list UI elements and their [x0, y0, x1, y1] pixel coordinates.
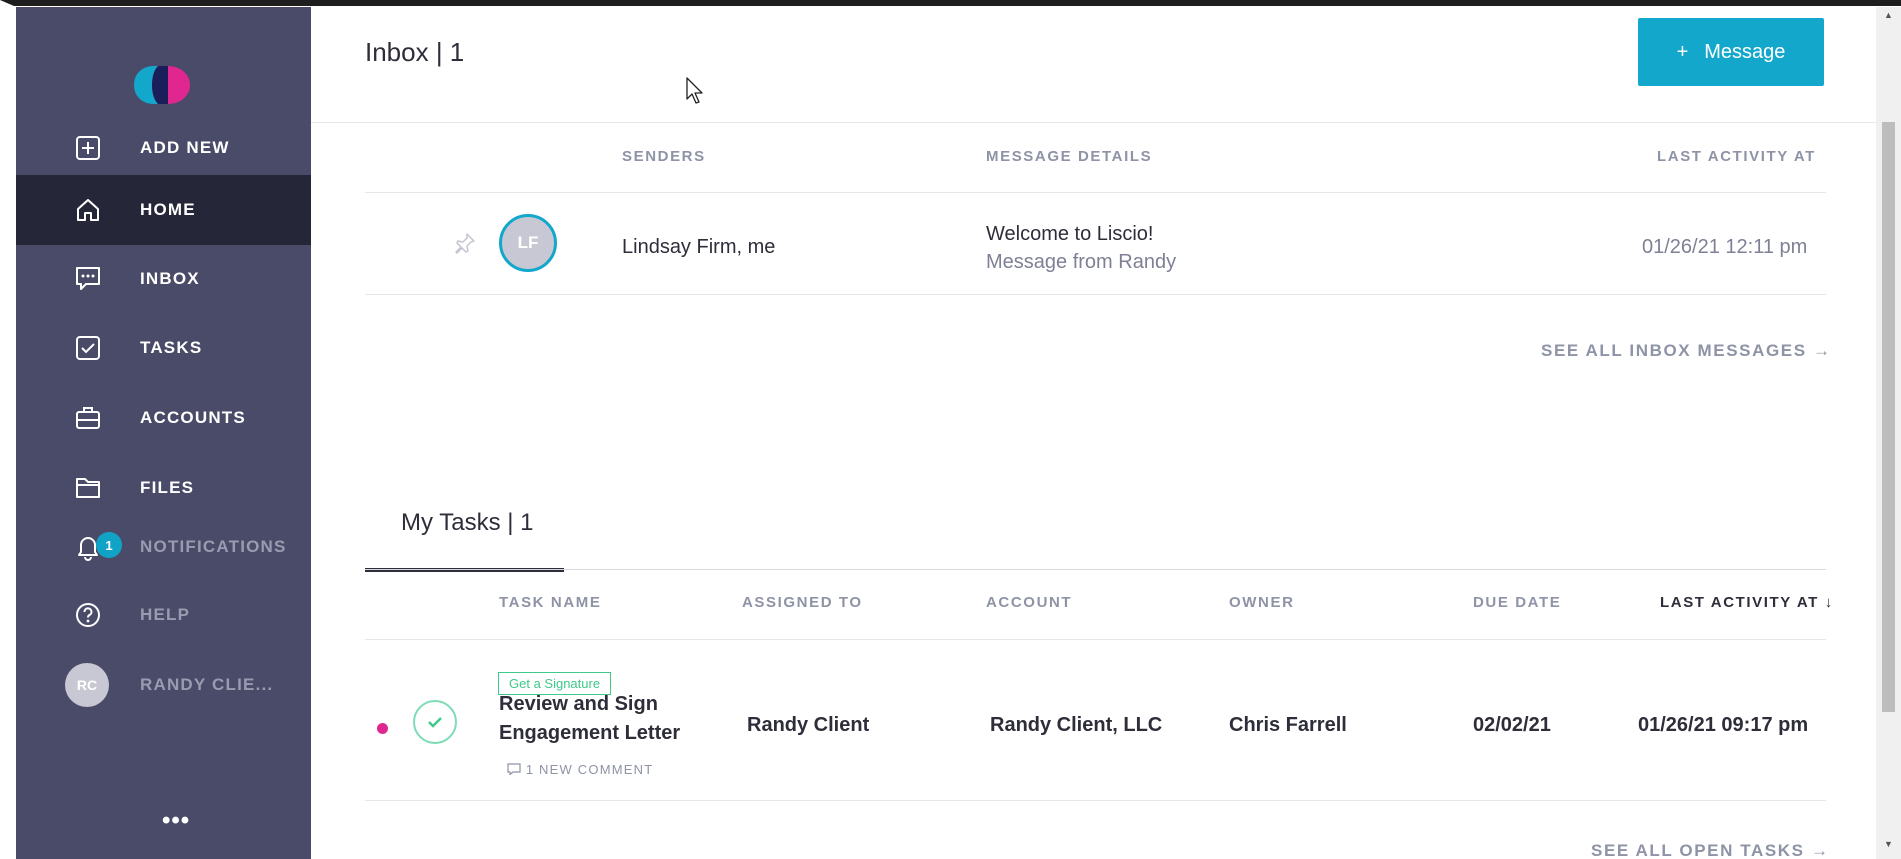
task-type-badge: Get a Signature — [498, 672, 612, 695]
avatar: LF — [499, 214, 557, 272]
column-header-due-date[interactable]: DUE DATE — [1473, 594, 1561, 611]
comment-icon — [507, 763, 521, 776]
task-owner: Chris Farrell — [1229, 714, 1347, 736]
liscio-logo[interactable] — [132, 62, 194, 108]
column-header-message-details[interactable]: MESSAGE DETAILS — [986, 148, 1152, 165]
divider — [365, 800, 1826, 801]
sidebar-item-label: HOME — [140, 200, 196, 219]
sidebar-item-help[interactable]: HELP — [16, 580, 311, 650]
divider — [311, 122, 1876, 123]
sidebar-item-tasks[interactable]: TASKS — [16, 313, 311, 383]
sidebar-item-add-new[interactable]: ADD NEW — [16, 113, 311, 183]
new-message-label: Message — [1704, 40, 1786, 63]
scroll-up-arrow-icon[interactable]: ▲ — [1884, 10, 1893, 20]
task-name[interactable]: Engagement Letter — [499, 722, 680, 745]
message-last-activity: 01/26/21 12:11 pm — [1642, 236, 1808, 258]
more-menu-button[interactable]: ••• — [162, 807, 190, 835]
notification-badge: 1 — [96, 532, 122, 558]
mouse-cursor-icon — [686, 77, 703, 104]
main-content: Inbox | 1 + Message SENDERS MESSAGE DETA… — [311, 7, 1876, 859]
task-name[interactable]: Review and Sign — [499, 693, 658, 716]
see-all-tasks-link[interactable]: SEE ALL OPEN TASKS → — [1591, 841, 1830, 859]
task-due-date: 02/02/21 — [1473, 714, 1551, 736]
scroll-down-arrow-icon[interactable]: ▼ — [1884, 839, 1893, 849]
sidebar-item-label: ACCOUNTS — [140, 408, 246, 427]
column-header-assigned-to[interactable]: ASSIGNED TO — [742, 594, 863, 611]
column-header-senders[interactable]: SENDERS — [622, 148, 706, 165]
plus-icon: + — [1676, 40, 1689, 63]
message-preview: Message from Randy — [986, 251, 1177, 273]
scrollbar[interactable]: ▲ ▼ — [1876, 7, 1901, 859]
sidebar-item-label: INBOX — [140, 269, 200, 288]
checkbox-icon — [72, 332, 104, 364]
task-comments[interactable]: 1 NEW COMMENT — [507, 762, 653, 777]
column-header-task-name[interactable]: TASK NAME — [499, 594, 601, 611]
divider — [365, 639, 1826, 640]
new-message-button[interactable]: + Message — [1638, 18, 1824, 86]
unread-dot — [377, 723, 388, 734]
sidebar-item-label: RANDY CLIE... — [140, 675, 274, 694]
task-account: Randy Client, LLC — [990, 714, 1163, 736]
pin-icon[interactable] — [453, 231, 477, 260]
page-title: Inbox | 1 — [365, 37, 465, 67]
tab-my-tasks[interactable]: My Tasks | 1 — [365, 497, 564, 572]
message-subject: Welcome to Liscio! — [986, 223, 1154, 245]
home-icon — [72, 194, 104, 226]
see-all-inbox-link[interactable]: SEE ALL INBOX MESSAGES → — [1541, 341, 1832, 361]
avatar: RC — [65, 663, 109, 707]
folder-icon — [72, 472, 104, 504]
sidebar-item-label: FILES — [140, 478, 195, 497]
divider — [365, 294, 1826, 295]
briefcase-icon — [72, 402, 104, 434]
tab-label: My Tasks | 1 — [401, 509, 534, 536]
help-circle-icon — [72, 599, 104, 631]
sidebar-item-user[interactable]: RC RANDY CLIE... — [16, 650, 311, 720]
column-header-owner[interactable]: OWNER — [1229, 594, 1295, 611]
task-complete-checkbox[interactable] — [413, 700, 457, 744]
divider — [365, 569, 1826, 570]
scrollbar-thumb[interactable] — [1882, 122, 1895, 712]
sidebar: ADD NEW HOME INBOX TASKS ACCOUNTS FILES — [16, 7, 311, 859]
column-header-account[interactable]: ACCOUNT — [986, 594, 1072, 611]
message-senders: Lindsay Firm, me — [622, 236, 776, 258]
plus-square-icon — [72, 132, 104, 164]
column-header-last-activity[interactable]: LAST ACTIVITY AT ↓ — [1660, 594, 1834, 611]
divider — [365, 192, 1826, 193]
sidebar-item-label: NOTIFICATIONS — [140, 537, 287, 556]
check-icon — [428, 717, 442, 728]
sidebar-item-home[interactable]: HOME — [16, 175, 311, 245]
sidebar-item-label: TASKS — [140, 338, 203, 357]
sidebar-item-label: HELP — [140, 605, 191, 624]
sidebar-item-accounts[interactable]: ACCOUNTS — [16, 383, 311, 453]
task-comments-label: 1 NEW COMMENT — [525, 762, 654, 777]
task-last-activity: 01/26/21 09:17 pm — [1638, 714, 1809, 736]
sidebar-item-inbox[interactable]: INBOX — [16, 244, 311, 314]
sidebar-item-label: ADD NEW — [140, 138, 230, 157]
task-assigned-to: Randy Client — [747, 714, 870, 736]
column-header-last-activity[interactable]: LAST ACTIVITY AT — [1657, 148, 1816, 165]
sidebar-item-notifications[interactable]: 1 NOTIFICATIONS — [16, 512, 311, 582]
chat-icon — [72, 263, 104, 295]
